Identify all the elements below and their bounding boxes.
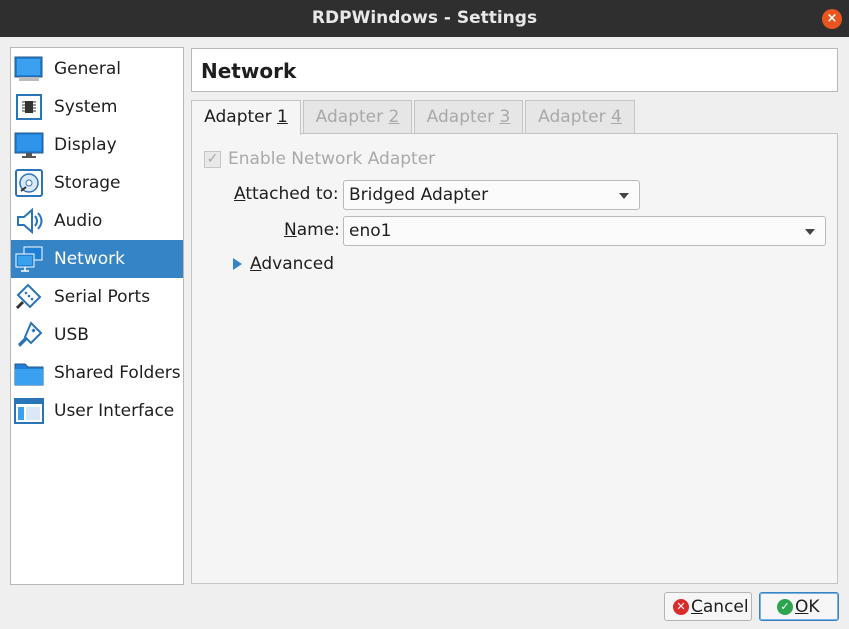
chevron-down-icon: [805, 229, 815, 235]
sidebar-item-shared-folders[interactable]: Shared Folders: [11, 354, 183, 392]
tab-label: Adapter: [538, 107, 612, 127]
expand-arrow-icon[interactable]: [233, 258, 242, 270]
sidebar-item-storage[interactable]: Storage: [11, 164, 183, 202]
attached-to-value: Bridged Adapter: [349, 185, 489, 205]
sidebar-item-network[interactable]: Network: [11, 240, 183, 278]
advanced-mnemonic: A: [250, 254, 262, 274]
system-chip-icon: [16, 94, 42, 120]
sidebar-item-label: Display: [54, 135, 117, 155]
ok-icon: ✓: [777, 599, 793, 615]
sidebar-item-label: General: [54, 59, 121, 79]
window-title: RDPWindows - Settings: [311, 8, 538, 28]
cancel-button[interactable]: ✕ Cancel: [664, 592, 752, 621]
tab-adapter-3[interactable]: Adapter 3: [414, 100, 523, 134]
name-text: ame:: [296, 220, 340, 240]
tab-mnemonic: 2: [388, 107, 400, 127]
sidebar-item-label: User Interface: [54, 401, 175, 421]
title-bar: RDPWindows - Settings ×: [0, 0, 849, 37]
serial-port-icon: [15, 283, 42, 310]
attached-to-label: Attached to:: [234, 184, 339, 204]
usb-icon: [18, 321, 43, 347]
tab-adapter-4[interactable]: Adapter 4: [525, 100, 635, 134]
ok-mnemonic: O: [795, 597, 809, 617]
sidebar-item-label: Network: [54, 249, 125, 269]
tab-label: Adapter: [315, 107, 389, 127]
close-icon[interactable]: ×: [822, 9, 842, 29]
tab-mnemonic: 3: [499, 107, 511, 127]
name-value: eno1: [349, 221, 392, 241]
sidebar-item-general[interactable]: General: [11, 50, 183, 88]
attached-to-mnemonic: A: [234, 184, 246, 204]
name-mnemonic: N: [284, 220, 297, 240]
cancel-icon: ✕: [673, 599, 689, 615]
tab-adapter-2[interactable]: Adapter 2: [303, 100, 412, 134]
attached-to-select[interactable]: Bridged Adapter: [343, 180, 640, 210]
tab-mnemonic: 4: [611, 107, 622, 127]
general-icon: [14, 56, 43, 81]
sidebar-item-display[interactable]: Display: [11, 126, 183, 164]
tab-label: Adapter: [204, 107, 278, 127]
ok-button[interactable]: ✓ OK: [759, 592, 839, 621]
cancel-text: ancel: [702, 597, 749, 617]
sidebar-item-label: Serial Ports: [54, 287, 151, 307]
page-title: Network: [201, 59, 297, 83]
tab-adapter-1[interactable]: Adapter 1: [191, 100, 301, 135]
storage-disc-icon: [15, 169, 43, 197]
sidebar-item-usb[interactable]: USB: [11, 316, 183, 354]
network-icon: [15, 246, 43, 272]
sidebar-item-label: System: [54, 97, 118, 117]
ok-label: OK: [795, 597, 820, 617]
shared-folder-icon: [14, 363, 44, 386]
cancel-mnemonic: C: [691, 597, 703, 617]
display-monitor-icon: [14, 132, 44, 158]
sidebar-item-label: Storage: [54, 173, 121, 193]
sidebar-item-label: Audio: [54, 211, 103, 231]
settings-sidebar: General System Display Storage Audio Net…: [10, 47, 184, 585]
sidebar-item-user-interface[interactable]: User Interface: [11, 392, 183, 430]
sidebar-item-serial-ports[interactable]: Serial Ports: [11, 278, 183, 316]
sidebar-item-audio[interactable]: Audio: [11, 202, 183, 240]
sidebar-item-system[interactable]: System: [11, 88, 183, 126]
sidebar-item-label: USB: [54, 325, 89, 345]
chevron-down-icon: [619, 193, 629, 199]
name-select[interactable]: eno1: [343, 216, 826, 246]
page-header: Network: [191, 48, 838, 92]
name-label: Name:: [284, 220, 340, 240]
ok-text: K: [808, 597, 820, 617]
user-interface-icon: [14, 398, 44, 424]
cancel-label: Cancel: [691, 597, 749, 617]
enable-adapter-label: Enable Network Adapter: [228, 149, 436, 169]
attached-to-text: ttached to:: [245, 184, 339, 204]
tab-label: Adapter: [426, 107, 500, 127]
audio-speaker-icon: [17, 207, 43, 235]
tab-mnemonic: 1: [277, 107, 288, 127]
advanced-expander[interactable]: Advanced: [250, 254, 334, 274]
enable-adapter-checkbox[interactable]: ✓: [204, 151, 221, 168]
advanced-text: dvanced: [261, 254, 334, 274]
sidebar-item-label: Shared Folders: [54, 363, 181, 383]
